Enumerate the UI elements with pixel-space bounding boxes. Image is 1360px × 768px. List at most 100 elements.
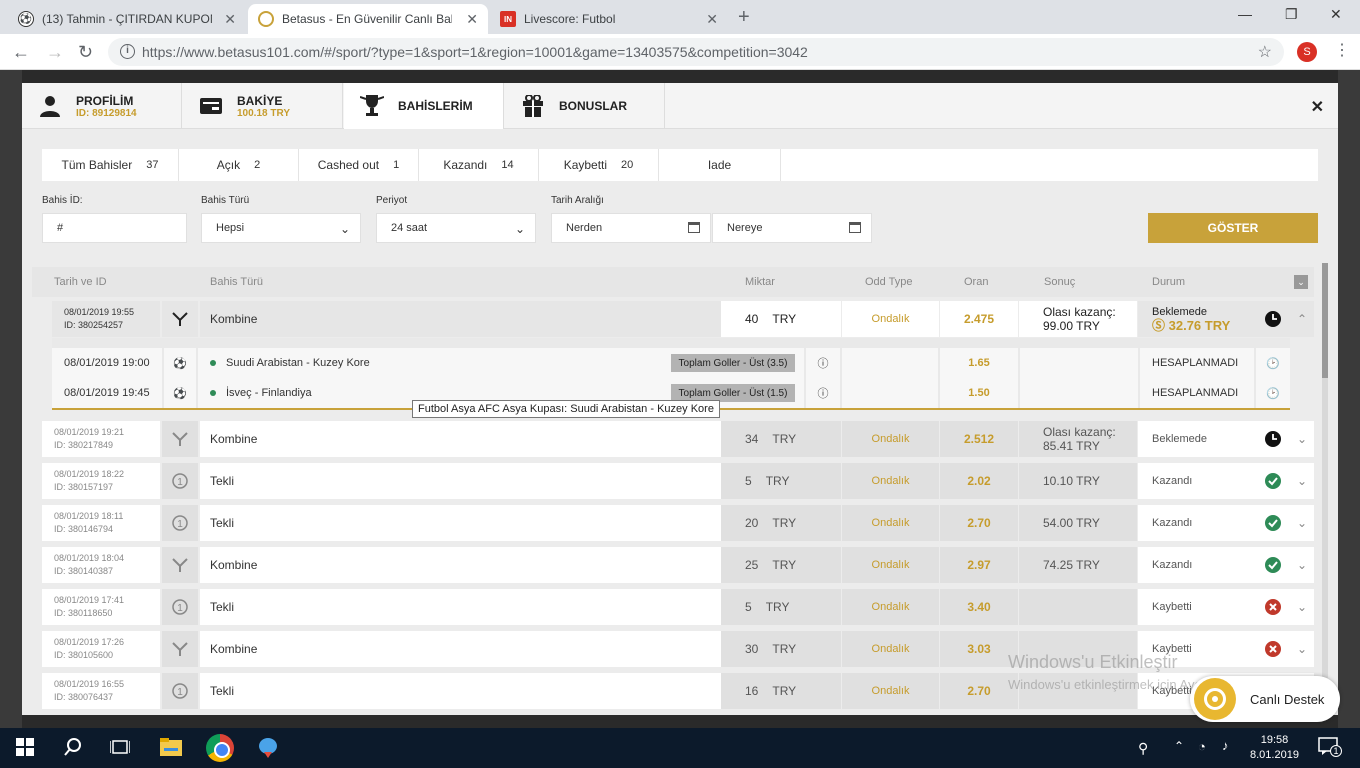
filter-won[interactable]: Kazandı 14 bbox=[419, 149, 539, 181]
close-tab-icon[interactable]: ✕ bbox=[706, 11, 718, 28]
search-icon[interactable] bbox=[64, 738, 82, 761]
filter-open[interactable]: Açık 2 bbox=[179, 149, 299, 181]
volume-icon[interactable]: ♪ bbox=[1222, 738, 1229, 753]
bet-date-cell: 08/01/2019 19:55 ID: 380254257 bbox=[52, 301, 160, 337]
cashout-amount[interactable]: Ⓢ 32.76 TRY bbox=[1152, 319, 1230, 333]
selection-status: HESAPLANMADI bbox=[1140, 348, 1254, 378]
bet-row[interactable]: 08/01/2019 18:11 ID: 380146794 1 Tekli 20 TRY… bbox=[42, 505, 1314, 541]
chevron-down-icon[interactable]: ⌄ bbox=[1290, 547, 1314, 583]
filter-cashed-out[interactable]: Cashed out 1 bbox=[299, 149, 419, 181]
file-explorer-icon[interactable] bbox=[160, 738, 182, 761]
calendar-icon[interactable] bbox=[688, 222, 700, 233]
scrollbar-thumb[interactable] bbox=[1322, 263, 1328, 378]
date-from-input[interactable]: Nerden bbox=[551, 213, 711, 243]
period-select[interactable]: 24 saat ⌄ bbox=[376, 213, 536, 243]
bet-odds: 2.70 bbox=[940, 673, 1018, 709]
live-support-button[interactable]: Canlı Destek bbox=[1190, 676, 1340, 722]
filter-count: 14 bbox=[501, 159, 514, 171]
modal-close-icon[interactable]: ✕ bbox=[1311, 97, 1324, 117]
back-icon[interactable]: ← bbox=[12, 42, 30, 63]
chevron-down-icon[interactable]: ⌄ bbox=[1290, 463, 1314, 499]
col-type: Bahis Türü bbox=[210, 276, 263, 288]
date-to-input[interactable]: Nereye bbox=[712, 213, 872, 243]
selection-odds: 1.65 bbox=[940, 348, 1018, 378]
network-icon[interactable]: ◔ bbox=[1198, 739, 1206, 754]
windows-start-icon[interactable] bbox=[16, 738, 34, 761]
close-tab-icon[interactable]: ✕ bbox=[466, 11, 478, 28]
new-tab-icon[interactable]: + bbox=[738, 6, 750, 29]
chevron-down-icon[interactable]: ⌄ bbox=[1290, 421, 1314, 457]
collapse-all-icon[interactable]: ⌄ bbox=[1294, 275, 1308, 289]
notification-icon[interactable]: 1 bbox=[1318, 737, 1342, 760]
minimize-icon[interactable]: — bbox=[1238, 6, 1252, 22]
col-result: Sonuç bbox=[1044, 276, 1076, 288]
tab-bonuses[interactable]: BONUSLAR bbox=[505, 83, 665, 129]
window-close-icon[interactable]: ✕ bbox=[1330, 6, 1342, 23]
filter-lost[interactable]: Kaybetti 20 bbox=[539, 149, 659, 181]
balloon-app-icon[interactable] bbox=[258, 738, 278, 765]
taskbar-clock[interactable]: 19:58 8.01.2019 bbox=[1250, 733, 1299, 763]
betasus-logo-icon bbox=[258, 11, 274, 27]
bet-type: Tekli bbox=[200, 589, 721, 625]
selection-odds: 1.50 bbox=[940, 378, 1018, 408]
filter-refund[interactable]: Iade bbox=[659, 149, 781, 181]
info-icon[interactable]: ⓘ bbox=[806, 348, 840, 378]
forward-icon[interactable]: → bbox=[46, 42, 64, 63]
site-info-icon[interactable]: i bbox=[120, 44, 135, 59]
task-view-icon[interactable] bbox=[109, 738, 131, 761]
profile-avatar[interactable]: S bbox=[1297, 42, 1317, 62]
support-label: Canlı Destek bbox=[1250, 691, 1325, 707]
bet-currency: TRY bbox=[772, 516, 797, 530]
chevron-up-icon[interactable]: ⌃ bbox=[1290, 301, 1314, 337]
calendar-icon[interactable] bbox=[849, 222, 861, 233]
tab-profile[interactable]: PROFİLİM ID: 89129814 bbox=[22, 83, 182, 129]
chevron-down-icon[interactable]: ⌄ bbox=[1290, 589, 1314, 625]
bet-row[interactable]: 08/01/2019 18:04 ID: 380140387 Kombine 25 TR… bbox=[42, 547, 1314, 583]
date-to-value: Nereye bbox=[727, 222, 763, 234]
info-icon[interactable]: ⓘ bbox=[806, 378, 840, 408]
svg-text:1: 1 bbox=[177, 603, 183, 614]
bet-date: 08/01/2019 19:21 bbox=[54, 427, 125, 437]
browser-menu-icon[interactable]: ⋮ bbox=[1334, 40, 1350, 60]
tab-balance[interactable]: BAKİYE 100.18 TRY bbox=[183, 83, 343, 129]
selection-match[interactable]: Suudi Arabistan - Kuzey Kore bbox=[198, 348, 662, 378]
bet-result-cell: Olası kazanç: 99.00 TRY bbox=[1019, 301, 1137, 337]
bet-id-input[interactable]: # bbox=[42, 213, 187, 243]
bet-row[interactable]: 08/01/2019 19:21 ID: 380217849 Kombine 34 TR… bbox=[42, 421, 1314, 457]
bet-result: Olası kazanç: bbox=[1043, 425, 1116, 439]
bet-result-cell: 74.25 TRY bbox=[1019, 547, 1137, 583]
bet-row[interactable]: 08/01/2019 17:41 ID: 380118650 1 Tekli 5 TRY O… bbox=[42, 589, 1314, 625]
soccer-ball-icon: ⚽ bbox=[164, 348, 196, 378]
svg-text:1: 1 bbox=[177, 687, 183, 698]
chevron-down-icon[interactable]: ⌄ bbox=[1290, 631, 1314, 667]
address-bar[interactable]: i https://www.betasus101.com/#/sport/?ty… bbox=[108, 38, 1284, 66]
bet-date-cell: 08/01/2019 17:26 ID: 380105600 bbox=[42, 631, 160, 667]
chevron-up-icon[interactable]: ⌃ bbox=[1174, 739, 1184, 753]
wallet-icon bbox=[199, 94, 223, 118]
bet-result-cell: 10.10 TRY bbox=[1019, 463, 1137, 499]
tab-my-bets[interactable]: BAHİSLERİM bbox=[344, 83, 504, 129]
bet-type: Kombine bbox=[200, 547, 721, 583]
people-icon[interactable]: ⚲ bbox=[1138, 740, 1148, 757]
browser-tab-tahmin[interactable]: ⚽ (13) Tahmin - ÇITIRDAN KUPONL ✕ bbox=[8, 4, 246, 34]
browser-tab-livescore[interactable]: IN Livescore: Futbol ✕ bbox=[490, 4, 728, 34]
browser-tab-betasus[interactable]: Betasus - En Güvenilir Canlı Bahis ✕ bbox=[248, 4, 488, 34]
bet-type: Tekli bbox=[200, 505, 721, 541]
filter-all[interactable]: Tüm Bahisler 37 bbox=[42, 149, 179, 181]
show-button[interactable]: GÖSTER bbox=[1148, 213, 1318, 243]
bet-row[interactable]: 08/01/2019 19:55 ID: 380254257 Kombine 40 TR… bbox=[52, 301, 1314, 337]
close-tab-icon[interactable]: ✕ bbox=[224, 11, 236, 28]
browser-tabbar: ⚽ (13) Tahmin - ÇITIRDAN KUPONL ✕ Betasu… bbox=[0, 0, 1360, 34]
restore-icon[interactable]: ❐ bbox=[1285, 6, 1298, 23]
chrome-taskbar-icon[interactable] bbox=[206, 734, 234, 762]
reload-icon[interactable]: ↻ bbox=[78, 42, 93, 63]
bet-type-select[interactable]: Hepsi ⌄ bbox=[201, 213, 361, 243]
bookmark-star-icon[interactable]: ☆ bbox=[1258, 42, 1272, 62]
table-scrollbar[interactable] bbox=[1322, 263, 1328, 678]
bet-row[interactable]: 08/01/2019 18:22 ID: 380157197 1 Tekli 5 TRY O… bbox=[42, 463, 1314, 499]
bet-id: ID: 380217849 bbox=[54, 440, 114, 450]
notification-count: 1 bbox=[1330, 745, 1342, 757]
filter-label: Cashed out bbox=[317, 158, 380, 172]
selection-row: 08/01/2019 19:00 ⚽ Suudi Arabistan - Kuz… bbox=[52, 348, 1290, 378]
chevron-down-icon[interactable]: ⌄ bbox=[1290, 505, 1314, 541]
